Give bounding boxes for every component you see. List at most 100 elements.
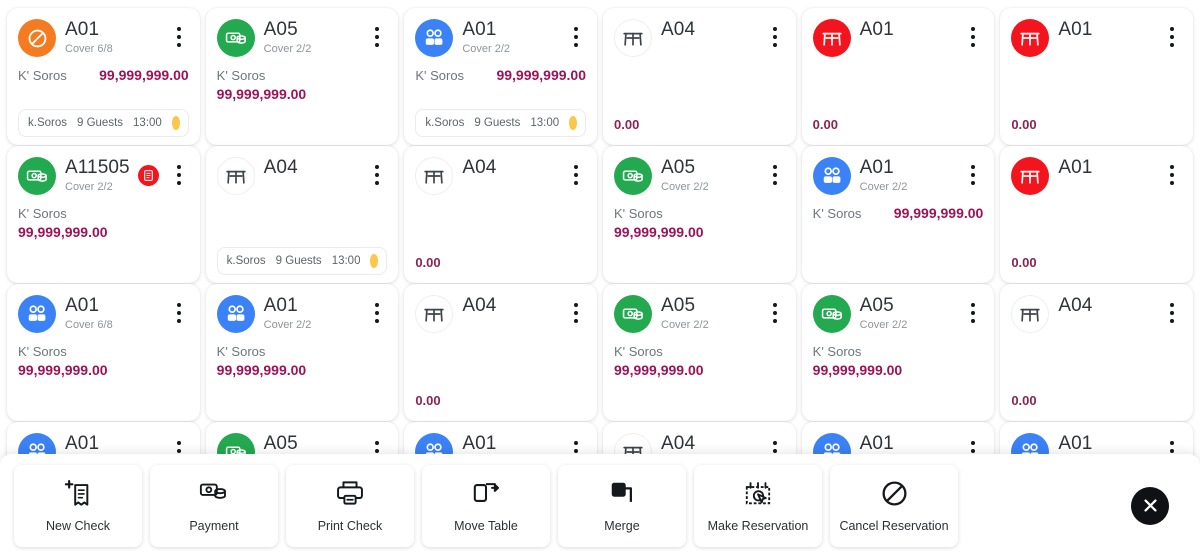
amount-block: K' Soros 99,999,999.00 [614,343,785,379]
table-card[interactable]: A04 0.00 [603,8,796,145]
reservation-time: 13:00 [331,255,361,267]
table-card[interactable]: A04 0.00 [404,146,597,283]
guests-icon [227,305,245,321]
table-card[interactable]: A01 Cover 2/2 K' Soros 99,999,999.00 [801,146,995,283]
toolbar-print-check-button[interactable]: Print Check [286,464,414,547]
card-title-block: A11505 Cover 2/2 [65,156,130,195]
card-title-block: A05 Cover 2/2 [264,18,359,57]
reservation-strip[interactable]: k.Soros 9 Guests 13:00 [18,109,189,137]
blocked-icon [28,29,46,47]
card-menu-button[interactable] [566,20,586,54]
card-menu-button[interactable] [963,20,983,54]
table-card[interactable]: A04 0.00 [1000,284,1193,421]
table-status-avatar [812,295,851,333]
table-card[interactable]: A01 Cover 2/2 K' Soros 99,999,999.00 k.S… [404,8,597,145]
card-menu-button[interactable] [169,158,189,192]
calendar-cursor-icon [745,482,771,505]
card-menu-button[interactable] [169,20,189,54]
reservation-guest-name: k.Soros [425,117,465,129]
card-menu-button[interactable] [1162,20,1182,54]
card-title-block: A01 [1058,156,1153,179]
reservation-time: 13:00 [133,117,162,129]
amount-row: K' Soros 99,999,999.00 [813,204,984,222]
card-menu-button[interactable] [367,296,387,330]
card-header: A05 Cover 2/2 [614,294,785,333]
table-status-avatar [18,157,56,195]
card-header: A01 Cover 2/2 [812,156,984,195]
table-icon [424,308,444,322]
table-name: A05 [263,433,298,454]
table-card[interactable]: A11505 Cover 2/2 K' Soros 99,999,999.00 [7,146,200,283]
card-menu-button[interactable] [566,296,586,330]
amount-label: K' Soros [18,68,67,83]
card-title-block: A01 [65,432,160,455]
table-name: A04 [263,157,298,178]
blocked-icon [880,478,909,508]
card-title-block: A05 Cover 2/2 [661,294,756,333]
card-menu-button[interactable] [566,158,586,192]
card-title-block: A04 [264,156,359,179]
table-cover: Cover 2/2 [462,43,511,55]
reservation-strip[interactable]: k.Soros 9 Guests 13:00 [216,247,388,275]
card-menu-button[interactable] [963,296,983,330]
card-title-block: A05 Cover 2/2 [860,294,955,333]
card-menu-button[interactable] [765,158,785,192]
table-card[interactable]: A05 Cover 2/2 K' Soros 99,999,999.00 [603,146,796,283]
toolbar-payment-button[interactable]: Payment [150,464,278,547]
card-menu-button[interactable] [1162,158,1182,192]
amount-value: 0.00 [1011,117,1037,132]
table-card[interactable]: A01 0.00 [1000,146,1193,283]
amount-block: K' Soros 99,999,999.00 [18,343,189,379]
card-menu-button[interactable] [367,158,387,192]
amount-row: K' Soros 99,999,999.00 [415,66,586,84]
amount-value: 99,999,999.00 [216,362,307,378]
reservation-strip[interactable]: k.Soros 9 Guests 13:00 [415,109,586,137]
close-button[interactable] [1131,486,1169,525]
table-card[interactable]: A05 Cover 2/2 K' Soros 99,999,999.00 [205,8,399,145]
table-card[interactable]: A05 Cover 2/2 K' Soros 99,999,999.00 [603,284,796,421]
card-title-block: A04 [462,156,557,179]
card-alert-badge[interactable] [137,165,159,186]
amount-label: K' Soros [18,206,67,221]
table-card[interactable]: A01 0.00 [1000,8,1193,145]
table-name: A01 [1058,157,1093,178]
toolbar-new-check-button[interactable]: New Check [14,464,142,547]
toolbar-merge-button[interactable]: Merge [558,464,686,547]
table-cover: Cover 6/8 [65,319,113,331]
card-title-block: A01 Cover 2/2 [462,18,557,57]
table-name: A04 [462,157,497,178]
toolbar-cancel-reservation-button[interactable]: Cancel Reservation [830,464,958,547]
card-menu-button[interactable] [367,20,387,54]
table-card[interactable]: A01 Cover 6/8 K' Soros 99,999,999.00 k.S… [7,8,200,145]
close-icon [1143,499,1157,512]
amount-block: K' Soros 99,999,999.00 [217,67,388,103]
table-card[interactable]: A04 0.00 [404,284,597,421]
table-status-avatar [216,19,255,57]
card-menu-button[interactable] [169,296,189,330]
table-card[interactable]: A01 Cover 2/2 K' Soros 99,999,999.00 [205,284,399,421]
money-icon [622,308,643,320]
table-card[interactable]: A01 0.00 [801,8,995,145]
card-menu-button[interactable] [1162,296,1182,330]
toolbar-move-table-label: Move Table [454,519,518,533]
table-name: A01 [65,433,100,454]
amount-value: 0.00 [415,393,441,408]
card-title-block: A05 Cover 2/2 [661,156,756,195]
calendar-cursor-icon [743,478,773,508]
toolbar-make-reservation-button[interactable]: Make Reservation [694,464,822,547]
card-header: A01 [812,18,984,57]
toolbar-merge-label: Merge [604,519,640,533]
table-icon [822,32,842,46]
amount-block: K' Soros 99,999,999.00 [18,205,189,241]
amount-label: K' Soros [812,206,862,221]
card-menu-button[interactable] [765,20,785,54]
card-menu-button[interactable] [765,296,785,330]
table-card[interactable]: A01 Cover 6/8 K' Soros 99,999,999.00 [7,284,200,421]
table-card[interactable]: A05 Cover 2/2 K' Soros 99,999,999.00 [801,284,995,421]
table-card[interactable]: A04 k.Soros 9 Guests 13:00 [205,146,399,283]
card-menu-button[interactable] [963,158,983,192]
toolbar-print-check-label: Print Check [317,519,383,533]
toolbar-move-table-button[interactable]: Move Table [422,464,550,547]
toolbar-payment-label: Payment [189,519,239,533]
amount-block: K' Soros 99,999,999.00 [614,205,785,241]
